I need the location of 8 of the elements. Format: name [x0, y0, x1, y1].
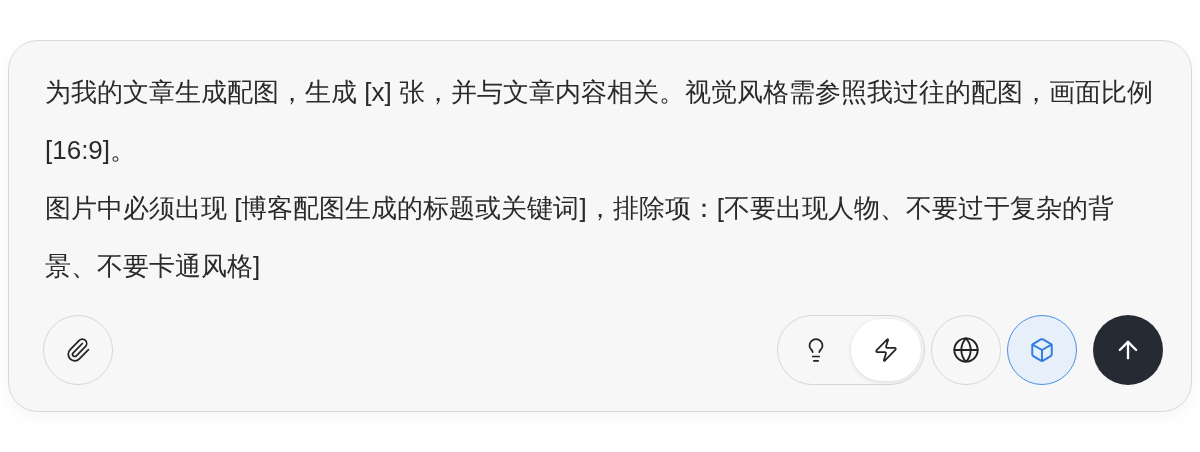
- prompt-text: 为我的文章生成配图，生成 [x] 张，并与文章内容相关。视觉风格需参照我过往的配图，画面比例 [16:9]。: [45, 76, 1154, 167]
- cube-icon: [1029, 337, 1055, 363]
- lightning-icon: [873, 337, 899, 363]
- paperclip-icon: [65, 337, 91, 363]
- mode-button[interactable]: [851, 319, 921, 381]
- globe-icon: [952, 336, 980, 364]
- prompt-input-card[interactable]: 为我的文章生成配图，生成 [x] 张，并与文章内容相关。视觉风格需参照我过往的配图，画面比例 [16:9]。 图片中必须出现 [博客配图生成的标题或关键词]，排除项：[不要出现人物、不要过于复杂的背景、不要卡通风格]: [8, 40, 1192, 412]
- prompt-text: 图片中必须出现 [博客配图生成的标题或关键词]，排除项：[不要出现人物、不要过于复杂的背景、不要卡通风格]: [45, 192, 1115, 283]
